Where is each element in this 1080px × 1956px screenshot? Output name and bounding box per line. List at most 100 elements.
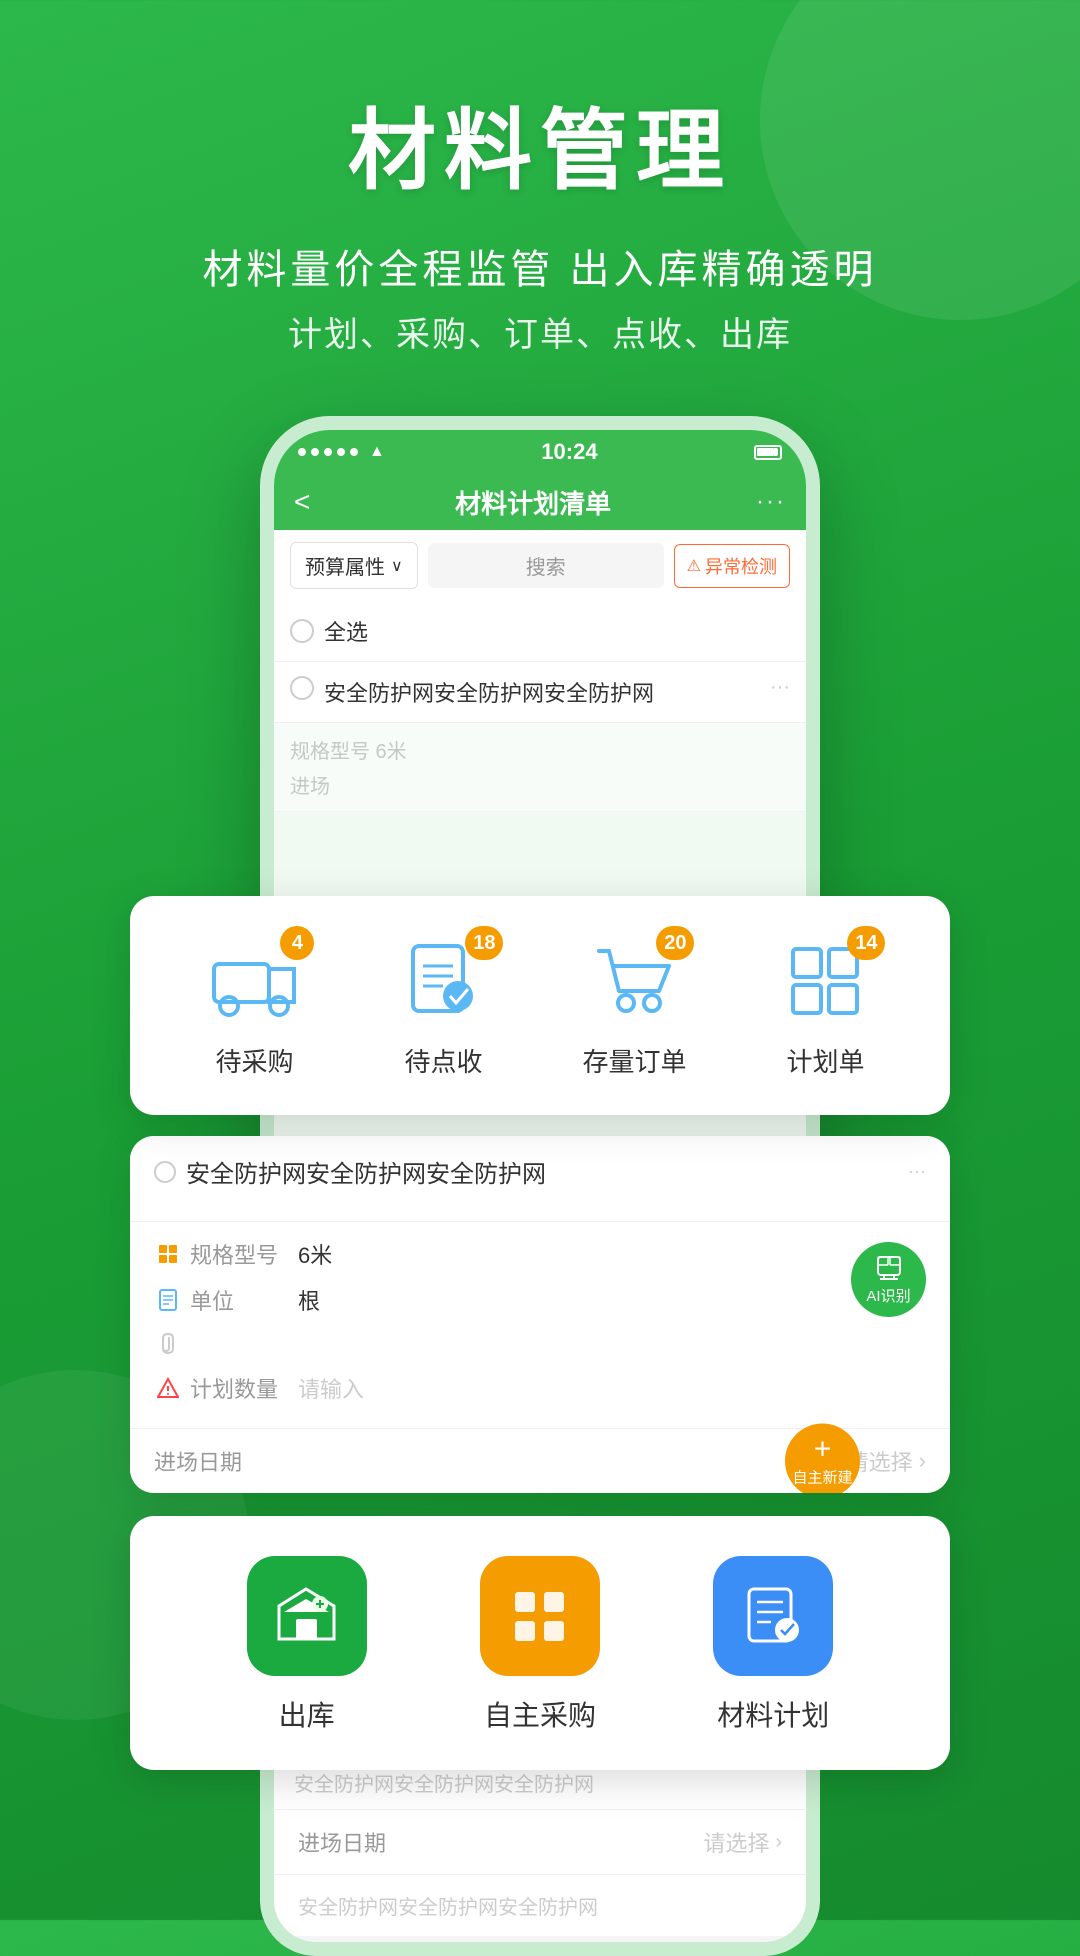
unit-icon — [154, 1286, 182, 1314]
pending-check-badge: 18 — [465, 926, 503, 960]
item-checkbox[interactable] — [290, 676, 314, 700]
warehouse-icon — [274, 1584, 339, 1649]
detail-more-icon[interactable]: ··· — [908, 1161, 926, 1182]
dot-4 — [337, 448, 345, 456]
spec-field-row: 规格型号 6米 — [154, 1238, 926, 1270]
unit-label: 单位 — [190, 1284, 290, 1316]
wifi-icon: ▲ — [369, 443, 385, 461]
stock-order-icon-wrap: 20 — [584, 936, 684, 1026]
feature-item-material-plan[interactable]: 材料计划 — [713, 1556, 833, 1734]
detail-card: 安全防护网安全防护网安全防护网 ··· 规格型号 6米 — [130, 1136, 950, 1493]
detail-checkbox[interactable] — [154, 1161, 176, 1183]
action-item-stock-order[interactable]: 20 存量订单 — [582, 936, 686, 1079]
abnormal-label: 异常检测 — [705, 553, 777, 579]
detail-title-row: 安全防护网安全防护网安全防护网 ··· — [154, 1154, 926, 1189]
status-bar: ▲ 10:24 — [274, 430, 806, 474]
item-more-icon[interactable]: ··· — [770, 676, 790, 699]
search-input[interactable]: 搜索 — [428, 543, 664, 588]
detail-item-name: 安全防护网安全防护网安全防护网 — [186, 1154, 898, 1189]
stock-order-badge: 20 — [656, 926, 694, 960]
quantity-warn-icon — [154, 1374, 182, 1402]
frag-name-text: 安全防护网安全防护网安全防护网 — [294, 1774, 594, 1796]
spec-label: 规格型号 — [190, 1238, 290, 1270]
spec-value: 6米 — [298, 1238, 332, 1270]
outbound-icon-box — [247, 1556, 367, 1676]
frag-date-right: 请选择 › — [703, 1826, 782, 1858]
plan-icon-wrap: 14 — [775, 936, 875, 1026]
plus-icon: + — [814, 1435, 832, 1465]
feature-item-self-purchase[interactable]: 自主采购 — [480, 1556, 600, 1734]
self-new-btn[interactable]: + 自主新建 — [785, 1424, 860, 1494]
material-plan-label: 材料计划 — [717, 1694, 829, 1734]
bottom-phone-fragment: 安全防护网安全防护网安全防护网 进场日期 请选择 › 安全防护网安全防护网安全防… — [260, 1756, 820, 1956]
date-label: 进场日期 — [154, 1445, 242, 1477]
attachment-icon — [154, 1330, 182, 1358]
date-row: 进场日期 请选择 › + 自主新建 — [130, 1429, 950, 1493]
dot-5 — [350, 448, 358, 456]
dot-1 — [298, 448, 306, 456]
header-section: 材料管理 材料量价全程监管 出入库精确透明 计划、采购、订单、点收、出库 — [0, 0, 1080, 356]
subtitle-1: 材料量价全程监管 出入库精确透明 — [0, 237, 1080, 295]
self-new-label: 自主新建 — [792, 1467, 852, 1488]
outbound-label: 出库 — [279, 1694, 335, 1734]
material-plan-icon-box — [713, 1556, 833, 1676]
action-item-pending-check[interactable]: 18 待点收 — [393, 936, 493, 1079]
self-purchase-label: 自主采购 — [484, 1694, 596, 1734]
triangle-warn-icon — [157, 1377, 179, 1399]
subtitle-2: 计划、采购、订单、点收、出库 — [0, 307, 1080, 356]
frag-extra-text: 安全防护网安全防护网安全防护网 — [274, 1875, 806, 1936]
list-item[interactable]: 安全防护网安全防护网安全防护网 ··· — [274, 662, 806, 723]
dot-3 — [324, 448, 332, 456]
self-purchase-icon-box — [480, 1556, 600, 1676]
status-time: 10:24 — [541, 439, 597, 465]
frag-date-value: 请选择 — [703, 1826, 769, 1858]
select-all-checkbox[interactable] — [290, 619, 314, 643]
battery-icon — [754, 445, 782, 460]
filter-select-label: 预算属性 — [305, 551, 385, 580]
doc-small-icon — [157, 1289, 179, 1311]
frag-date-row: 进场日期 请选择 › — [274, 1810, 806, 1875]
signal-dots: ▲ — [298, 443, 385, 461]
budget-filter[interactable]: 预算属性 ∨ — [290, 542, 418, 589]
clip-icon — [157, 1333, 179, 1355]
pending-purchase-badge: 4 — [280, 926, 314, 960]
frag-date-arrow: › — [775, 1831, 782, 1854]
nav-title: 材料计划清单 — [455, 484, 611, 521]
action-item-pending-purchase[interactable]: 4 待采购 — [204, 936, 304, 1079]
self-new-circle[interactable]: + 自主新建 — [785, 1424, 860, 1494]
quantity-placeholder[interactable]: 请输入 — [298, 1372, 364, 1404]
ai-label: AI识别 — [866, 1285, 910, 1306]
status-icons — [754, 445, 782, 460]
ai-identify-btn[interactable]: AI识别 — [851, 1242, 926, 1317]
unit-field-row: 单位 根 — [154, 1284, 926, 1316]
dot-2 — [311, 448, 319, 456]
chevron-down-icon: ∨ — [391, 556, 403, 576]
action-item-plan[interactable]: 14 计划单 — [775, 936, 875, 1079]
select-all-row[interactable]: 全选 — [274, 601, 806, 662]
plan-badge: 14 — [847, 926, 885, 960]
more-icon[interactable]: ··· — [756, 488, 786, 516]
grid-small-icon — [157, 1243, 179, 1265]
battery-fill — [757, 448, 774, 456]
date-arrow-icon: › — [919, 1448, 926, 1474]
ai-icon — [875, 1254, 903, 1282]
ai-btn-circle[interactable]: AI识别 — [851, 1242, 926, 1317]
abnormal-detect-btn[interactable]: ⚠ 异常检测 — [674, 544, 790, 588]
plan-label: 计划单 — [786, 1042, 864, 1079]
feature-item-outbound[interactable]: 出库 — [247, 1556, 367, 1734]
back-icon[interactable]: < — [294, 486, 310, 518]
warning-icon: ⚠ — [687, 556, 701, 576]
item-name: 安全防护网安全防护网安全防护网 — [324, 676, 760, 708]
quantity-field-row: 计划数量 请输入 — [154, 1372, 926, 1404]
page-title: 材料管理 — [0, 80, 1080, 207]
spec-icon — [154, 1240, 182, 1268]
bottom-feature-card: 出库 自主采购 — [130, 1516, 950, 1770]
select-all-label: 全选 — [324, 615, 368, 647]
pending-check-label: 待点收 — [404, 1042, 482, 1079]
pending-check-icon-wrap: 18 — [393, 936, 493, 1026]
pending-purchase-icon-wrap: 4 — [204, 936, 304, 1026]
pending-purchase-label: 待采购 — [215, 1042, 293, 1079]
nav-bar: < 材料计划清单 ··· — [274, 474, 806, 530]
filter-bar: 预算属性 ∨ 搜索 ⚠ 异常检测 — [274, 530, 806, 601]
detail-fields-section: 规格型号 6米 单位 根 — [130, 1222, 950, 1429]
